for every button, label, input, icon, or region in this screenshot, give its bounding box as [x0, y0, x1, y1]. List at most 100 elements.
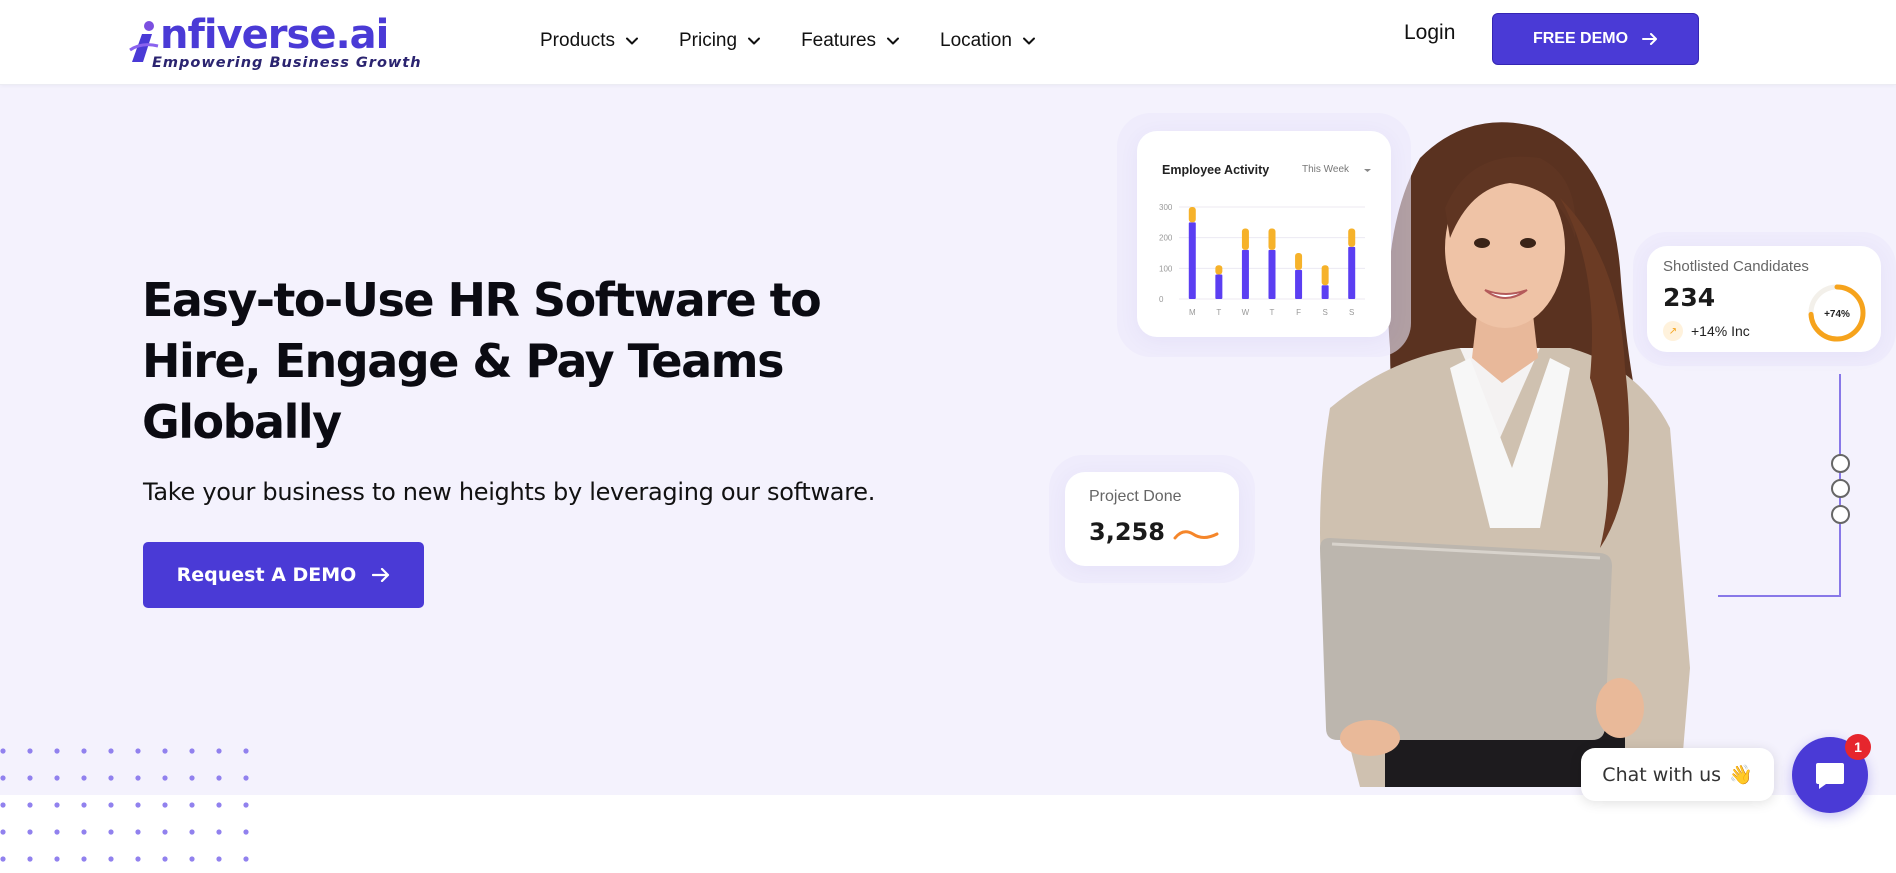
decorative-dot: [27, 775, 33, 781]
nav-features-label: Features: [801, 30, 877, 51]
shortlisted-label: Shotlisted Candidates: [1663, 258, 1809, 275]
step-dot-3[interactable]: [1831, 505, 1850, 524]
site-header: nfiverse.ai Empowering Business Growth P…: [0, 0, 1896, 85]
decorative-dot: [54, 829, 60, 835]
decorative-dot: [243, 748, 249, 754]
request-demo-label: Request A DEMO: [176, 564, 357, 586]
decorative-dot: [162, 802, 168, 808]
nav-products-label: Products: [540, 30, 615, 51]
decorative-dot: [54, 802, 60, 808]
chevron-down-icon: [1022, 37, 1035, 45]
chart-bar-segment: [1215, 265, 1223, 275]
decorative-dot: [135, 775, 141, 781]
chevron-down-icon: [625, 37, 638, 45]
hero-headline: Easy-to-Use HR Software to Hire, Engage …: [142, 270, 902, 453]
shortlisted-value: 234: [1663, 283, 1716, 312]
project-done-value: 3,258: [1089, 518, 1165, 546]
decorative-dot: [162, 856, 168, 862]
decorative-dot: [54, 775, 60, 781]
y-tick-label: 300: [1159, 203, 1173, 212]
decorative-dot: [108, 748, 114, 754]
decorative-dot: [243, 802, 249, 808]
decorative-dot: [189, 775, 195, 781]
chart-bar-segment: [1321, 265, 1329, 286]
nav-features[interactable]: Features: [801, 26, 900, 56]
request-demo-button[interactable]: Request A DEMO: [143, 542, 424, 608]
progress-ring: +74%: [1808, 284, 1866, 342]
nav-pricing-label: Pricing: [678, 30, 738, 51]
decorative-dot: [108, 775, 114, 781]
project-done-card: Project Done 3,258: [1065, 472, 1239, 566]
chart-bar-segment: [1295, 269, 1303, 299]
decorative-dot: [81, 802, 87, 808]
decorative-dot: [135, 829, 141, 835]
step-dot-1[interactable]: [1831, 454, 1850, 473]
decorative-dot: [162, 829, 168, 835]
brand-logo[interactable]: nfiverse.ai Empowering Business Growth: [128, 12, 421, 74]
employee-activity-title: Employee Activity: [1162, 163, 1270, 177]
decorative-dot: [0, 829, 6, 835]
trend-wave-icon: [1173, 530, 1219, 540]
chevron-down-icon: [1364, 169, 1371, 172]
headline-line-2: Hire, Engage & Pay Teams: [142, 334, 784, 388]
decorative-dot: [0, 856, 6, 862]
decorative-dot: [162, 775, 168, 781]
chevron-down-icon: [887, 37, 900, 45]
decorative-dot: [162, 748, 168, 754]
y-tick-label: 0: [1159, 295, 1164, 304]
free-demo-button[interactable]: FREE DEMO: [1492, 13, 1699, 65]
y-tick-label: 100: [1159, 264, 1173, 273]
x-tick-label: W: [1242, 308, 1250, 317]
nav-products[interactable]: Products: [540, 26, 639, 56]
chart-bar-segment: [1295, 253, 1303, 270]
chevron-down-icon: [748, 37, 761, 45]
decorative-dot: [108, 856, 114, 862]
nav-location-label: Location: [940, 30, 1012, 51]
chart-bar-segment: [1321, 285, 1329, 299]
period-select[interactable]: This Week: [1302, 164, 1349, 175]
decorative-dot: [189, 802, 195, 808]
x-tick-label: S: [1322, 308, 1327, 317]
decorative-dot: [108, 802, 114, 808]
decorative-dot: [54, 856, 60, 862]
decorative-dot: [216, 829, 222, 835]
shortlisted-increase: +14% Inc: [1691, 323, 1750, 339]
decorative-dot: [81, 829, 87, 835]
nav-location[interactable]: Location: [940, 26, 1036, 56]
decorative-dot: [189, 856, 195, 862]
step-dot-2[interactable]: [1831, 479, 1850, 498]
decorative-dot: [27, 856, 33, 862]
chart-bar-segment: [1188, 222, 1196, 299]
decorative-dot: [81, 748, 87, 754]
chat-unread-badge: 1: [1845, 734, 1871, 760]
employee-activity-card: Employee Activity This Week 300 200 100 0 M T…: [1137, 131, 1391, 337]
chart-bar-segment: [1241, 228, 1249, 250]
y-tick-label: 200: [1159, 234, 1173, 243]
decorative-dot: [135, 802, 141, 808]
chart-bar-segment: [1268, 228, 1276, 250]
chat-with-us-bubble[interactable]: Chat with us 👋: [1581, 748, 1774, 801]
x-tick-label: T: [1216, 308, 1221, 317]
decorative-dot: [189, 748, 195, 754]
arrow-right-icon: [372, 568, 390, 582]
decorative-dot: [216, 775, 222, 781]
chat-label: Chat with us: [1602, 763, 1722, 786]
connector-line: [1718, 374, 1841, 597]
login-link[interactable]: Login: [1404, 21, 1455, 45]
decorative-dot: [108, 829, 114, 835]
x-tick-label: S: [1349, 308, 1354, 317]
decorative-dot: [27, 748, 33, 754]
headline-line-1: Easy-to-Use HR Software to: [142, 273, 822, 327]
decorative-dot: [243, 829, 249, 835]
decorative-dot: [135, 748, 141, 754]
x-tick-label: T: [1270, 308, 1275, 317]
decorative-dot: [0, 775, 6, 781]
chart-bar-segment: [1241, 249, 1249, 299]
shortlisted-card: Shotlisted Candidates 234 ↗ +14% Inc +74…: [1647, 246, 1881, 352]
free-demo-label: FREE DEMO: [1532, 30, 1629, 47]
decorative-dot: [243, 856, 249, 862]
nav-pricing[interactable]: Pricing: [679, 26, 761, 56]
arrow-right-icon: [1642, 33, 1658, 45]
decorative-dot: [216, 748, 222, 754]
chart-bar-segment: [1348, 246, 1356, 299]
